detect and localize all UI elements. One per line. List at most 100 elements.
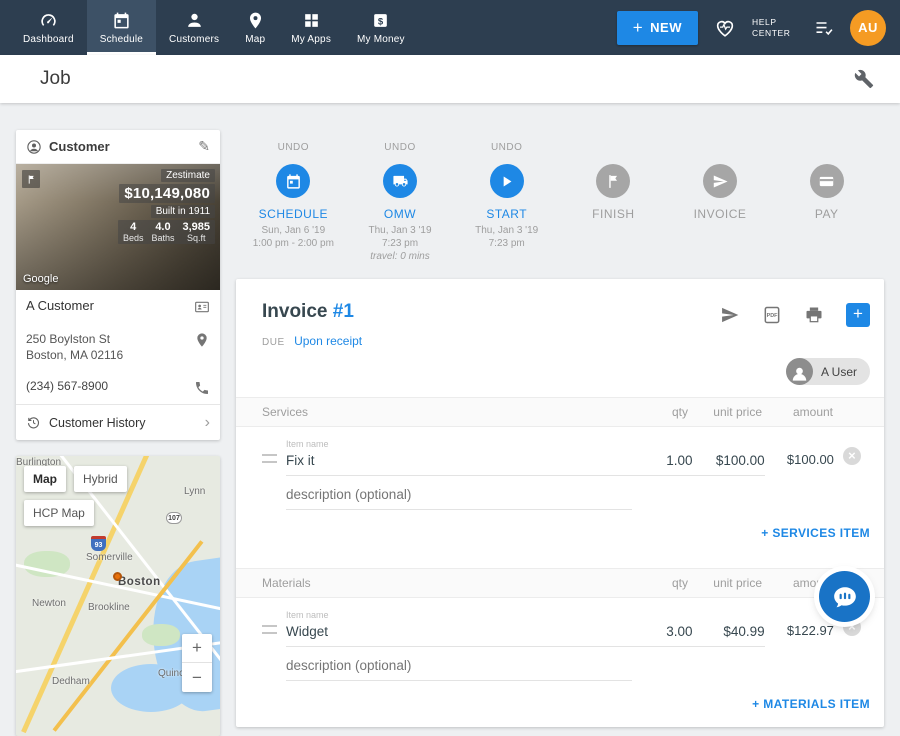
contact-card-icon[interactable] (194, 298, 210, 315)
add-services-item-link[interactable]: + SERVICES ITEM (262, 510, 870, 556)
service-item-name-input[interactable] (286, 450, 632, 476)
map-widget[interactable]: 93 107 Burlington Lynn Somerville Boston… (16, 456, 220, 736)
job-tools-wrench-icon[interactable] (854, 69, 874, 89)
nav-item-my-money[interactable]: $ My Money (344, 0, 418, 55)
zestimate-label: Zestimate (161, 169, 215, 182)
step-label: START (453, 207, 560, 221)
schedule-step-button[interactable] (276, 164, 310, 198)
zoom-in-button[interactable]: + (182, 634, 212, 663)
map-place: Lynn (184, 486, 205, 497)
undo-schedule-button[interactable]: UNDO (240, 142, 347, 157)
assigned-user-chip[interactable]: A User (786, 358, 870, 385)
step-date: Thu, Jan 3 '19 (453, 224, 560, 237)
material-amount: $122.97 (765, 623, 834, 647)
new-button[interactable]: + NEW (617, 11, 698, 45)
material-qty-input[interactable] (632, 621, 692, 647)
undo-placeholder (773, 142, 880, 157)
invoice-card: Invoice #1 PDF + DUE Upon receipt A User (236, 279, 884, 727)
service-amount: $100.00 (765, 452, 834, 476)
send-invoice-button[interactable] (720, 305, 740, 325)
material-item-name-input[interactable] (286, 621, 632, 647)
customer-history-label: Customer History (49, 416, 197, 430)
map-layer-button-hybrid[interactable]: Hybrid (74, 466, 127, 492)
step-date: Sun, Jan 6 '19 (240, 224, 347, 237)
omw-step-button[interactable] (383, 164, 417, 198)
map-place: Somerville (86, 552, 133, 563)
user-avatar[interactable]: AU (850, 10, 886, 46)
section-label: Services (262, 405, 626, 419)
svg-text:PDF: PDF (767, 313, 779, 319)
job-location-marker (113, 572, 122, 581)
invoice-step-button[interactable] (703, 164, 737, 198)
finish-flag-icon (605, 173, 622, 190)
step-time: 1:00 pm - 2:00 pm (240, 237, 347, 250)
material-description-input[interactable] (286, 655, 632, 681)
remove-item-icon[interactable]: × (843, 447, 861, 465)
new-button-label: NEW (650, 20, 682, 35)
amount-column-header: amount (762, 405, 833, 419)
start-step-button[interactable] (490, 164, 524, 198)
nav-item-schedule[interactable]: Schedule (87, 0, 156, 55)
park-area (142, 624, 180, 646)
customer-phone: (234) 567-8900 (26, 379, 194, 393)
service-unit-price-input[interactable] (692, 450, 764, 476)
service-description-row (286, 484, 632, 510)
map-layer-button-map[interactable]: Map (24, 466, 66, 492)
zestimate-overlay: Zestimate $10,149,080 Built in 1911 4Bed… (118, 169, 215, 244)
user-silhouette-icon (786, 358, 813, 385)
nav-label: Schedule (100, 34, 143, 45)
materials-section-header: Materials qty unit price amount (236, 568, 884, 598)
map-pin-icon (246, 11, 265, 30)
nav-label: My Apps (291, 34, 331, 45)
due-terms-link[interactable]: Upon receipt (294, 334, 362, 348)
material-unit-price-input[interactable] (692, 621, 764, 647)
health-heart-icon[interactable] (714, 17, 736, 39)
tasks-checklist-icon[interactable] (814, 18, 834, 38)
undo-start-button[interactable]: UNDO (453, 142, 560, 157)
add-invoice-button[interactable]: + (846, 303, 870, 327)
location-pin-icon[interactable] (194, 331, 210, 348)
drag-handle-icon[interactable] (262, 454, 277, 463)
chat-bubble-icon (832, 584, 858, 610)
phone-icon[interactable] (194, 379, 210, 396)
chat-launcher-button[interactable] (819, 571, 870, 622)
step-finish: FINISH (560, 142, 667, 263)
step-schedule: UNDO SCHEDULE Sun, Jan 6 '19 1:00 pm - 2… (240, 142, 347, 263)
dashboard-icon (39, 11, 58, 30)
edit-customer-pencil-icon[interactable]: ✎ (198, 138, 210, 155)
pdf-button[interactable]: PDF (762, 305, 782, 325)
pay-step-button[interactable] (810, 164, 844, 198)
service-description-input[interactable] (286, 484, 632, 510)
nav-item-customers[interactable]: Customers (156, 0, 232, 55)
nav-item-my-apps[interactable]: My Apps (278, 0, 344, 55)
step-time: 7:23 pm (453, 237, 560, 250)
money-icon: $ (371, 11, 390, 30)
customer-history-row[interactable]: Customer History › (16, 404, 220, 440)
print-button[interactable] (804, 305, 824, 325)
zoom-out-button[interactable]: − (182, 663, 212, 692)
drag-handle-icon[interactable] (262, 625, 277, 634)
map-zoom-control: + − (182, 634, 212, 692)
left-column: Customer ✎ Zestimate $10,149,080 Built i… (16, 130, 220, 736)
map-place: Newton (32, 598, 66, 609)
service-qty-input[interactable] (632, 450, 692, 476)
nav-item-dashboard[interactable]: Dashboard (10, 0, 87, 55)
undo-placeholder (560, 142, 667, 157)
qty-column-header: qty (626, 405, 688, 419)
play-icon (498, 173, 515, 190)
finish-step-button[interactable] (596, 164, 630, 198)
map-layer-button-hcp[interactable]: HCP Map (24, 500, 94, 526)
property-photo[interactable]: Zestimate $10,149,080 Built in 1911 4Bed… (16, 164, 220, 290)
material-item-row: Item name $122.97 × (262, 598, 870, 647)
google-watermark: Google (23, 273, 58, 285)
invoice-title: Invoice #1 (262, 301, 354, 323)
customer-phone-row: (234) 567-8900 (16, 371, 220, 404)
nav-item-map[interactable]: Map (232, 0, 278, 55)
help-center-link[interactable]: HELP CENTER (752, 17, 798, 39)
undo-omw-button[interactable]: UNDO (347, 142, 454, 157)
invoice-header: Invoice #1 PDF + (262, 301, 870, 327)
nav-label: My Money (357, 34, 405, 45)
add-materials-item-link[interactable]: + MATERIALS ITEM (262, 681, 870, 727)
flag-icon (22, 170, 40, 188)
customer-card: Customer ✎ Zestimate $10,149,080 Built i… (16, 130, 220, 440)
